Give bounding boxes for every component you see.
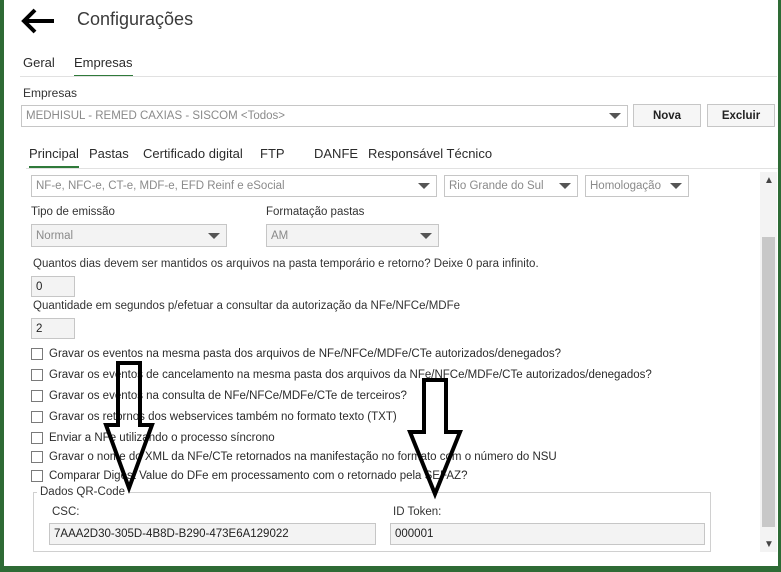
tipo-emissao-select[interactable]: Normal: [31, 224, 227, 247]
csc-input[interactable]: 7AAA2D30-305D-4B8D-B290-473E6A129022: [49, 523, 376, 545]
ambiente-select[interactable]: Homologação: [585, 175, 689, 197]
ambiente-select-value: Homologação: [590, 180, 661, 192]
window-frame-bottom: [0, 566, 781, 572]
documentos-select-value: NF-e, NFC-e, CT-e, MDF-e, EFD Reinf e eS…: [36, 180, 285, 192]
empresas-select-value: MEDHISUL - REMED CAXIAS - SISCOM <Todos>: [26, 110, 286, 122]
checkbox-row[interactable]: Gravar os eventos de cancelamento na mes…: [31, 367, 652, 383]
checkbox-label: Gravar os retornos dos webservices també…: [49, 411, 397, 423]
tab-pastas[interactable]: Pastas: [89, 146, 129, 166]
excluir-button[interactable]: Excluir: [707, 104, 775, 127]
nova-button[interactable]: Nova: [633, 104, 701, 127]
uf-select[interactable]: Rio Grande do Sul: [444, 175, 578, 197]
checkbox-label: Gravar os eventos de cancelamento na mes…: [49, 369, 652, 381]
dias-label: Quantos dias devem ser mantidos os arqui…: [33, 258, 539, 270]
segundos-input[interactable]: 2: [31, 318, 75, 339]
checkbox[interactable]: [31, 348, 43, 360]
tab-ftp[interactable]: FTP: [260, 146, 285, 166]
documentos-select[interactable]: NF-e, NFC-e, CT-e, MDF-e, EFD Reinf e eS…: [31, 175, 437, 197]
formatacao-pastas-value: AM: [271, 229, 289, 242]
checkbox-row[interactable]: Gravar os eventos na mesma pasta dos arq…: [31, 346, 561, 362]
window-frame-left: [0, 0, 4, 572]
chevron-down-icon: [418, 183, 430, 189]
subtab-divider: [26, 168, 778, 169]
id-token-input[interactable]: 000001: [390, 523, 705, 545]
tab-certificado-digital[interactable]: Certificado digital: [143, 146, 243, 166]
checkbox[interactable]: [31, 411, 43, 423]
chevron-down-icon: [208, 232, 220, 239]
checkbox-row[interactable]: Gravar os retornos dos webservices també…: [31, 409, 397, 425]
checkbox-row[interactable]: Gravar o nome do XML da NFe/CTe retornad…: [31, 449, 557, 465]
checkbox-label: Gravar os eventos na mesma pasta dos arq…: [49, 348, 562, 360]
back-button[interactable]: [20, 6, 60, 36]
arrow-left-icon: [21, 8, 54, 34]
tipo-emissao-label: Tipo de emissão: [31, 206, 115, 218]
tipo-emissao-value: Normal: [36, 229, 74, 242]
vertical-scrollbar[interactable]: ▲ ▼: [760, 172, 777, 552]
checkbox[interactable]: [31, 390, 43, 402]
checkbox-row[interactable]: Enviar a NFe utilizando o processo síncr…: [31, 430, 275, 446]
formatacao-pastas-select[interactable]: AM: [266, 224, 439, 247]
tab-danfe[interactable]: DANFE: [314, 146, 358, 166]
csc-label: CSC:: [52, 506, 80, 518]
tab-geral[interactable]: Geral: [23, 55, 55, 75]
tab-responsavel-tecnico[interactable]: Responsável Técnico: [368, 146, 492, 166]
checkbox-label: Gravar o nome do XML da NFe/CTe retornad…: [49, 451, 557, 463]
empresas-label: Empresas: [23, 86, 78, 100]
id-token-label: ID Token:: [393, 506, 442, 518]
checkbox-row[interactable]: Comparar Digest Value do DFe em processa…: [31, 468, 467, 484]
checkbox[interactable]: [31, 369, 43, 381]
formatacao-pastas-label: Formatação pastas: [266, 206, 365, 218]
qrcode-legend: Dados QR-Code: [37, 486, 129, 498]
scroll-down-icon[interactable]: ▼: [764, 540, 774, 550]
dias-input[interactable]: 0: [31, 276, 75, 297]
page-title: Configurações: [77, 9, 194, 29]
checkbox-label: Gravar os eventos na consulta de NFe/NFC…: [49, 390, 407, 402]
checkbox-label: Comparar Digest Value do DFe em processa…: [49, 470, 468, 482]
checkbox[interactable]: [31, 451, 43, 463]
chevron-down-icon: [609, 113, 621, 119]
scrollbar-thumb[interactable]: [762, 237, 775, 527]
checkbox-label: Enviar a NFe utilizando o processo síncr…: [49, 432, 275, 444]
checkbox-row[interactable]: Gravar os eventos na consulta de NFe/NFC…: [31, 388, 407, 404]
uf-select-value: Rio Grande do Sul: [449, 180, 544, 192]
segundos-label: Quantidade em segundos p/efetuar a consu…: [33, 300, 461, 312]
chevron-down-icon: [670, 183, 682, 189]
tab-principal[interactable]: Principal: [29, 146, 79, 168]
checkbox[interactable]: [31, 432, 43, 444]
tab-empresas[interactable]: Empresas: [74, 55, 133, 77]
empresas-select[interactable]: MEDHISUL - REMED CAXIAS - SISCOM <Todos>: [21, 105, 628, 127]
chevron-down-icon: [559, 183, 571, 189]
checkbox[interactable]: [31, 470, 43, 482]
tab-divider: [20, 76, 777, 77]
scroll-up-icon[interactable]: ▲: [764, 176, 774, 186]
chevron-down-icon: [420, 232, 432, 239]
